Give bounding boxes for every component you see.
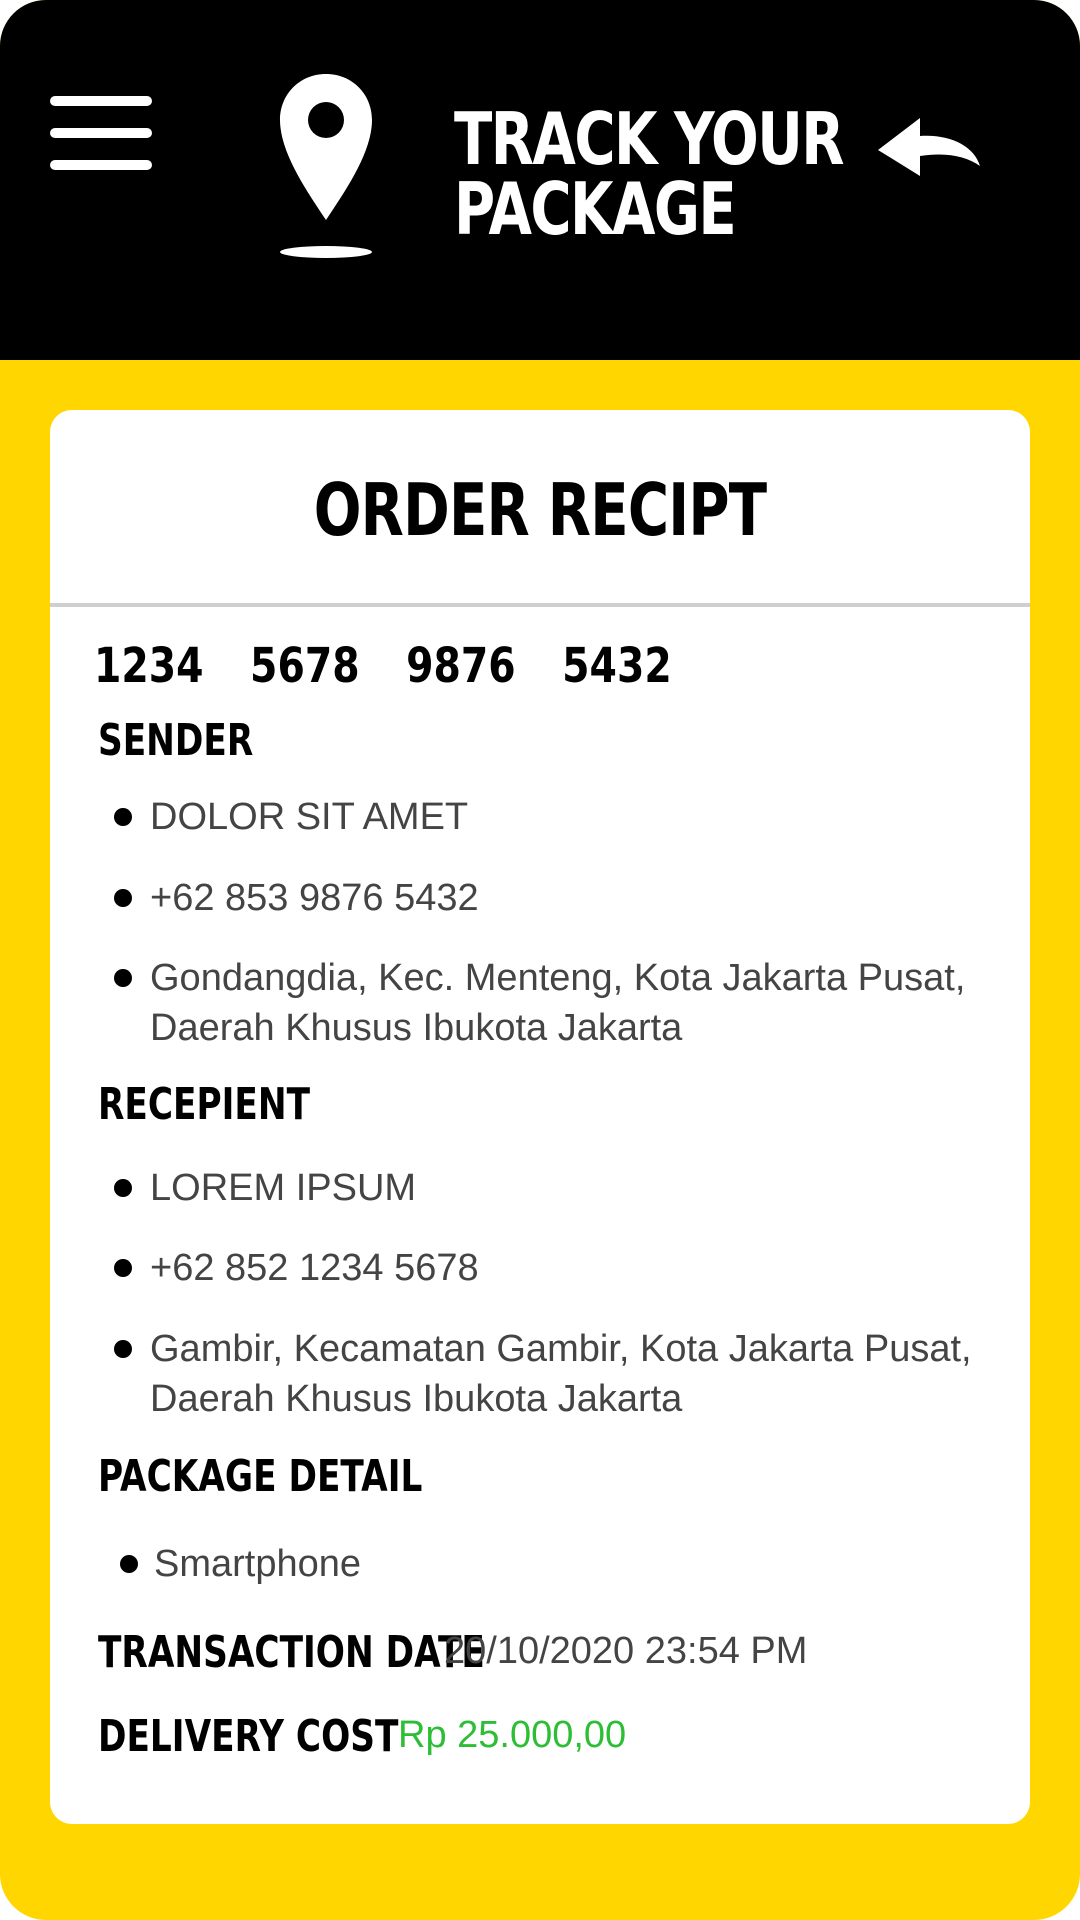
bullet-icon xyxy=(114,808,132,826)
sender-address-line-2: Daerah Khusus Ibukota Jakarta xyxy=(150,1007,683,1049)
bullet-icon xyxy=(120,1555,138,1573)
hamburger-menu-icon[interactable] xyxy=(50,96,152,172)
app-frame: TRACK YOUR PACKAGE ORDER RECIPT 1234 567… xyxy=(0,0,1080,1920)
page-title-line-1: TRACK YOUR xyxy=(454,97,845,181)
bullet-icon xyxy=(114,889,132,907)
recipient-address-line-2: Daerah Khusus Ibukota Jakarta xyxy=(150,1378,683,1420)
recipient-address-line-1: Gambir, Kecamatan Gambir, Kota Jakarta P… xyxy=(150,1328,972,1370)
tracking-group-4: 5432 xyxy=(562,638,672,694)
recipient-phone: +62 852 1234 5678 xyxy=(150,1247,479,1289)
bullet-icon xyxy=(114,1259,132,1277)
sender-phone: +62 853 9876 5432 xyxy=(150,877,479,919)
transaction-date-label: TRANSACTION DATE xyxy=(98,1627,485,1678)
delivery-cost-label: DELIVERY COST xyxy=(98,1711,399,1762)
sender-address-line-1: Gondangdia, Kec. Menteng, Kota Jakarta P… xyxy=(150,957,966,999)
recipient-label: RECEPIENT xyxy=(98,1079,311,1130)
page-title-line-2: PACKAGE xyxy=(454,167,737,251)
location-pin-icon xyxy=(280,74,372,258)
package-item: Smartphone xyxy=(154,1543,362,1585)
bullet-icon xyxy=(114,969,132,987)
tracking-group-2: 5678 xyxy=(250,638,360,694)
top-header: TRACK YOUR PACKAGE xyxy=(0,0,1080,360)
recipient-name: LOREM IPSUM xyxy=(150,1167,417,1209)
sender-label: SENDER xyxy=(98,715,254,766)
transaction-date-value: 20/10/2020 23:54 PM xyxy=(444,1630,808,1672)
tracking-number: 1234 5678 9876 5432 xyxy=(94,638,693,694)
package-detail-label: PACKAGE DETAIL xyxy=(98,1451,423,1502)
page-title: TRACK YOUR PACKAGE xyxy=(454,97,845,251)
delivery-cost-value: Rp 25.000,00 xyxy=(398,1714,627,1756)
bullet-icon xyxy=(114,1340,132,1358)
bullet-icon xyxy=(114,1179,132,1197)
tracking-group-3: 9876 xyxy=(406,638,516,694)
receipt-title: ORDER RECIPT xyxy=(313,468,767,552)
back-arrow-icon[interactable] xyxy=(876,116,982,186)
tracking-group-1: 1234 xyxy=(94,638,204,694)
title-divider xyxy=(50,603,1030,607)
sender-name: DOLOR SIT AMET xyxy=(150,796,469,838)
order-receipt-card: ORDER RECIPT 1234 5678 9876 5432 SENDER … xyxy=(50,410,1030,1824)
